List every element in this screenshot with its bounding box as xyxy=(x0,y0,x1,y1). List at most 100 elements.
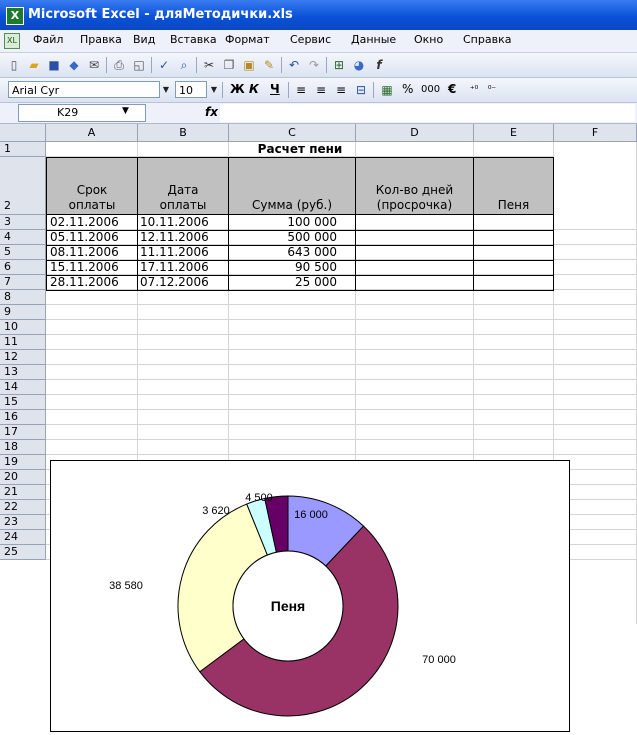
row-header[interactable]: 6 xyxy=(0,260,46,275)
print-icon[interactable]: ⎙ xyxy=(111,57,127,73)
row-header[interactable]: 25 xyxy=(0,545,46,560)
row-header[interactable]: 1 xyxy=(0,142,46,157)
menu-tools[interactable]: Сервис xyxy=(290,33,331,46)
table-cell[interactable]: 100 000 xyxy=(228,215,356,231)
paste-icon[interactable]: ▣ xyxy=(241,57,257,73)
row-header[interactable]: 11 xyxy=(0,335,46,350)
header-overdue-days[interactable]: Кол-во дней (просрочка) xyxy=(355,157,474,215)
row-header[interactable]: 12 xyxy=(0,350,46,365)
percent-style-button[interactable]: % xyxy=(402,81,413,98)
table-cell[interactable]: 90 500 xyxy=(228,260,356,276)
select-all-corner[interactable] xyxy=(0,124,46,142)
row-header[interactable]: 8 xyxy=(0,290,46,305)
italic-button[interactable]: К xyxy=(249,81,259,98)
menu-format[interactable]: Формат xyxy=(225,33,270,46)
undo-icon[interactable]: ↶ xyxy=(286,57,302,73)
table-cell[interactable] xyxy=(473,275,554,291)
row-header[interactable]: 2 xyxy=(0,157,46,215)
table-cell[interactable] xyxy=(473,215,554,231)
table-cell[interactable]: 28.11.2006 xyxy=(46,275,138,291)
penalty-pie-chart[interactable]: Пеня 16 000 70 000 38 580 3 620 4 500 xyxy=(50,460,570,732)
table-cell[interactable]: 02.11.2006 xyxy=(46,215,138,231)
insert-hyperlink-icon[interactable]: ⊞ xyxy=(331,57,347,73)
row-header[interactable]: 18 xyxy=(0,440,46,455)
spelling-icon[interactable]: ✓ xyxy=(156,57,172,73)
redo-icon[interactable]: ↷ xyxy=(306,57,322,73)
menu-edit[interactable]: Правка xyxy=(80,33,122,46)
table-cell[interactable]: 15.11.2006 xyxy=(46,260,138,276)
formula-input[interactable] xyxy=(220,104,635,122)
row-header[interactable]: 20 xyxy=(0,470,46,485)
font-size-dropdown-icon[interactable]: ▼ xyxy=(208,81,220,98)
sheet-title-cell[interactable]: Расчет пени xyxy=(46,142,554,157)
column-header-b[interactable]: B xyxy=(138,124,229,142)
table-cell[interactable]: 643 000 xyxy=(228,245,356,261)
table-cell[interactable]: 11.11.2006 xyxy=(137,245,229,261)
table-cell[interactable] xyxy=(355,215,474,231)
print-preview-icon[interactable]: ◱ xyxy=(131,57,147,73)
table-cell[interactable] xyxy=(473,260,554,276)
align-center-icon[interactable]: ≡ xyxy=(313,82,329,98)
row-header[interactable]: 13 xyxy=(0,365,46,380)
cut-icon[interactable]: ✂ xyxy=(201,57,217,73)
menu-window[interactable]: Окно xyxy=(414,33,443,46)
merge-center-icon[interactable]: ⊟ xyxy=(353,82,369,98)
column-header-c[interactable]: C xyxy=(229,124,356,142)
column-header-e[interactable]: E xyxy=(474,124,554,142)
name-box-dropdown-icon[interactable]: ▼ xyxy=(122,106,129,116)
table-cell[interactable] xyxy=(355,245,474,261)
workbook-icon[interactable]: XL xyxy=(4,33,20,49)
align-right-icon[interactable]: ≡ xyxy=(333,82,349,98)
menu-file[interactable]: Файл xyxy=(33,33,63,46)
underline-button[interactable]: Ч xyxy=(270,81,280,98)
table-cell[interactable]: 17.11.2006 xyxy=(137,260,229,276)
insert-function-icon[interactable]: fx xyxy=(205,105,218,119)
table-cell[interactable]: 25 000 xyxy=(228,275,356,291)
row-header[interactable]: 9 xyxy=(0,305,46,320)
table-cell[interactable]: 12.11.2006 xyxy=(137,230,229,246)
row-header[interactable]: 10 xyxy=(0,320,46,335)
menu-insert[interactable]: Вставка xyxy=(170,33,217,46)
header-due-date[interactable]: Срок оплаты xyxy=(46,157,138,215)
table-cell[interactable]: 05.11.2006 xyxy=(46,230,138,246)
table-cell[interactable] xyxy=(355,260,474,276)
row-header[interactable]: 22 xyxy=(0,500,46,515)
row-header[interactable]: 14 xyxy=(0,380,46,395)
column-header-a[interactable]: A xyxy=(46,124,138,142)
table-cell[interactable]: 07.12.2006 xyxy=(137,275,229,291)
row-header[interactable]: 19 xyxy=(0,455,46,470)
row-header[interactable]: 21 xyxy=(0,485,46,500)
table-cell[interactable] xyxy=(355,230,474,246)
decrease-decimal-icon[interactable]: ⁰⁻ xyxy=(484,82,500,98)
euro-button[interactable]: € xyxy=(448,81,456,98)
copy-icon[interactable]: ❐ xyxy=(221,57,237,73)
font-name-box[interactable]: Arial Cyr xyxy=(8,81,160,98)
column-header-f[interactable]: F xyxy=(554,124,637,142)
row-header[interactable]: 5 xyxy=(0,245,46,260)
save-icon[interactable]: ■ xyxy=(46,57,62,73)
font-size-box[interactable]: 10 xyxy=(175,81,207,98)
row-header[interactable]: 23 xyxy=(0,515,46,530)
row-header[interactable]: 4 xyxy=(0,230,46,245)
menu-data[interactable]: Данные xyxy=(351,33,396,46)
row-header[interactable]: 16 xyxy=(0,410,46,425)
column-header-d[interactable]: D xyxy=(356,124,474,142)
header-penalty[interactable]: Пеня xyxy=(473,157,554,215)
font-dropdown-icon[interactable]: ▼ xyxy=(160,81,172,98)
table-cell[interactable]: 10.11.2006 xyxy=(137,215,229,231)
row-header[interactable]: 7 xyxy=(0,275,46,290)
table-cell[interactable]: 500 000 xyxy=(228,230,356,246)
table-cell[interactable] xyxy=(473,245,554,261)
row-header[interactable]: 24 xyxy=(0,530,46,545)
format-painter-icon[interactable]: ✎ xyxy=(261,57,277,73)
function-icon[interactable]: f xyxy=(371,57,387,73)
row-header[interactable]: 3 xyxy=(0,215,46,230)
align-left-icon[interactable]: ≡ xyxy=(293,82,309,98)
new-file-icon[interactable]: ▯ xyxy=(6,57,22,73)
table-cell[interactable] xyxy=(355,275,474,291)
header-payment-date[interactable]: Дата оплаты xyxy=(137,157,229,215)
permission-icon[interactable]: ◆ xyxy=(66,57,82,73)
comma-style-button[interactable]: 000 xyxy=(421,81,440,98)
currency-style-icon[interactable]: ▦ xyxy=(379,82,395,98)
table-cell[interactable] xyxy=(473,230,554,246)
